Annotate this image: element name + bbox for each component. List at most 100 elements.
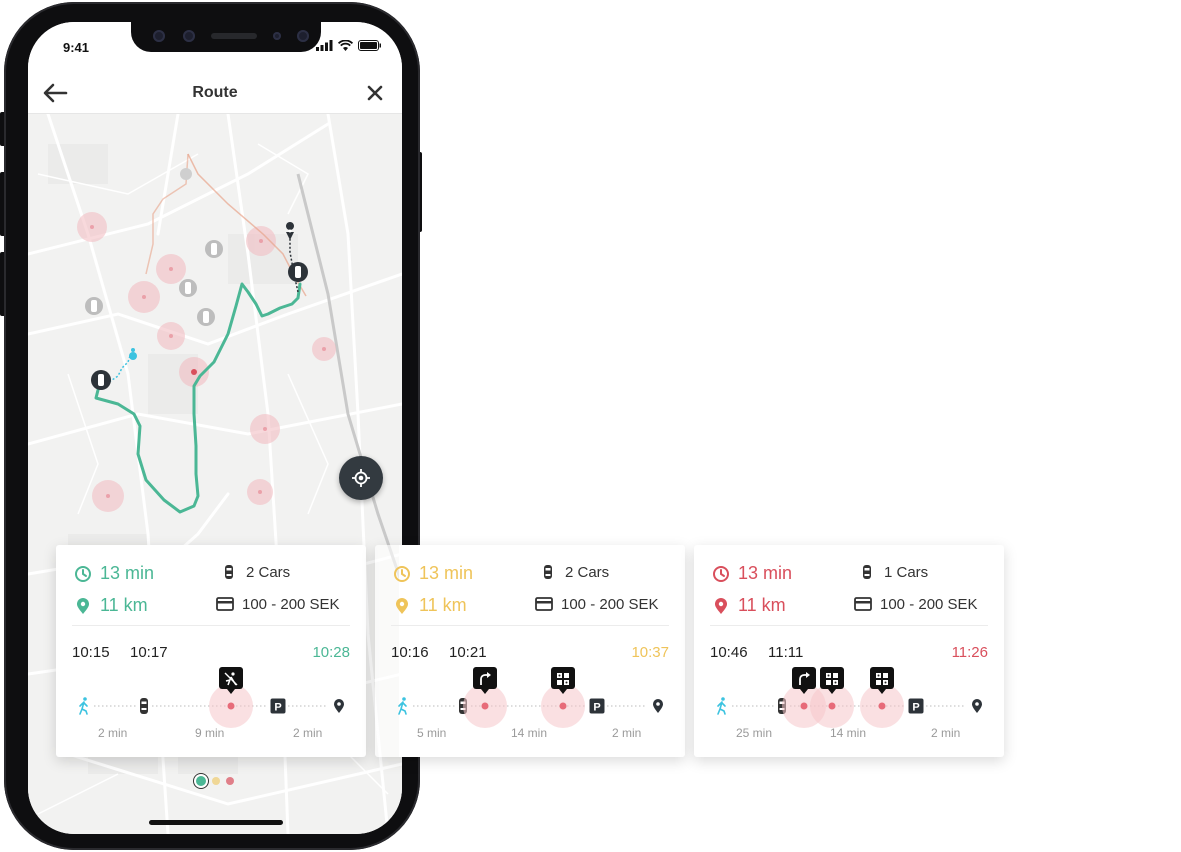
stats-row: 11 km 100 - 200 SEK xyxy=(74,595,352,621)
walk-duration: 5 min xyxy=(417,726,447,740)
distance-value: 11 km xyxy=(738,595,786,615)
distance-stat: 11 km xyxy=(74,595,148,616)
price-value: 100 - 200 SEK xyxy=(880,595,978,613)
signal-icon xyxy=(316,40,333,51)
destination-pin-icon xyxy=(972,699,982,713)
page-dot-active[interactable] xyxy=(196,776,206,786)
stage: 9:41 Route 13 min 2 Cars 11 km 100 - 200… xyxy=(0,0,1181,852)
walk-end-duration: 2 min xyxy=(612,726,642,740)
distance-value: 11 km xyxy=(100,595,148,615)
sensor-icon xyxy=(183,30,195,42)
distance-stat: 11 km xyxy=(393,595,467,616)
locate-me-button[interactable] xyxy=(339,456,383,500)
speaker-grille xyxy=(211,33,257,39)
drive-duration: 9 min xyxy=(195,726,225,740)
car-icon xyxy=(225,565,233,579)
distance-value: 11 km xyxy=(419,595,467,615)
svg-text:P: P xyxy=(274,702,281,714)
incident-dot[interactable] xyxy=(878,702,886,710)
car-icon xyxy=(140,698,148,714)
pickup-time: 10:17 xyxy=(130,644,168,661)
walk-duration: 25 min xyxy=(736,726,773,740)
route-option-card[interactable]: 13 min 2 Cars 11 km 100 - 200 SEK 10:16 … xyxy=(375,545,685,757)
crosshair-icon xyxy=(352,469,370,487)
route-option-card[interactable]: 13 min 2 Cars 11 km 100 - 200 SEK 10:15 … xyxy=(56,545,366,757)
svg-text:P: P xyxy=(912,702,919,714)
segment-durations: 5 min 14 min 2 min xyxy=(375,726,685,742)
walk-end-duration: 2 min xyxy=(931,726,961,740)
price-value: 100 - 200 SEK xyxy=(242,595,340,613)
divider xyxy=(710,625,988,626)
clock-icon xyxy=(75,565,91,582)
times-row: 10:16 10:21 10:37 xyxy=(391,644,669,664)
price-stat: 100 - 200 SEK xyxy=(535,595,659,613)
location-pin-icon xyxy=(396,597,408,614)
close-icon[interactable] xyxy=(366,84,384,102)
page-title: Route xyxy=(192,84,238,101)
location-pin-icon xyxy=(77,597,89,614)
wifi-icon xyxy=(338,40,353,51)
arrival-time: 10:37 xyxy=(631,644,669,661)
duration-stat: 13 min xyxy=(393,563,473,584)
parking-icon: P xyxy=(270,698,286,714)
incident-dot[interactable] xyxy=(828,702,836,710)
page-dot[interactable] xyxy=(226,777,234,785)
segment-durations: 25 min 14 min 2 min xyxy=(694,726,1004,742)
start-time: 10:46 xyxy=(710,644,748,661)
stats-row: 13 min 2 Cars xyxy=(74,563,352,589)
camera-icon xyxy=(153,30,165,42)
incident-dot[interactable] xyxy=(559,702,567,710)
incident-dot[interactable] xyxy=(800,702,808,710)
parking-icon: P xyxy=(908,698,924,714)
walk-icon xyxy=(717,697,726,715)
drive-duration: 14 min xyxy=(830,726,867,740)
status-icons xyxy=(316,40,382,51)
pickup-time: 11:11 xyxy=(768,644,804,661)
cars-stat: 1 Cars xyxy=(858,563,928,581)
parking-icon: P xyxy=(589,698,605,714)
walk-icon xyxy=(79,697,88,715)
distance-stat: 11 km xyxy=(712,595,786,616)
nav-bar: Route xyxy=(28,72,402,114)
times-row: 10:46 11:11 11:26 xyxy=(710,644,988,664)
duration-value: 13 min xyxy=(100,563,155,583)
stats-row: 11 km 100 - 200 SEK xyxy=(393,595,671,621)
route-option-card[interactable]: 13 min 1 Cars 11 km 100 - 200 SEK 10:46 … xyxy=(694,545,1004,757)
duration-value: 13 min xyxy=(738,563,793,583)
page-dot[interactable] xyxy=(212,777,220,785)
clock-icon xyxy=(713,565,729,582)
destination-pin-icon xyxy=(334,699,344,713)
divider xyxy=(391,625,669,626)
stats-row: 13 min 1 Cars xyxy=(712,563,990,589)
battery-icon xyxy=(358,40,381,51)
divider xyxy=(72,625,350,626)
clock-icon xyxy=(394,565,410,582)
home-indicator[interactable] xyxy=(149,820,283,825)
segment-durations: 2 min 9 min 2 min xyxy=(56,726,366,742)
credit-card-icon xyxy=(854,597,872,611)
walk-duration: 2 min xyxy=(98,726,128,740)
cars-value: 2 Cars xyxy=(246,563,291,581)
credit-card-icon xyxy=(535,597,553,611)
cars-value: 2 Cars xyxy=(565,563,610,581)
price-stat: 100 - 200 SEK xyxy=(216,595,340,613)
incident-dot[interactable] xyxy=(227,702,235,710)
status-time: 9:41 xyxy=(63,40,90,55)
cars-value: 1 Cars xyxy=(884,563,929,581)
proximity-sensor xyxy=(273,32,281,40)
start-time: 10:16 xyxy=(391,644,429,661)
car-icon xyxy=(544,565,552,579)
duration-value: 13 min xyxy=(419,563,474,583)
incident-dot[interactable] xyxy=(481,702,489,710)
notch xyxy=(131,22,321,52)
drive-duration: 14 min xyxy=(511,726,548,740)
duration-stat: 13 min xyxy=(74,563,154,584)
destination-pin-icon xyxy=(653,699,663,713)
start-time: 10:15 xyxy=(72,644,110,661)
stats-row: 13 min 2 Cars xyxy=(393,563,671,589)
car-icon xyxy=(863,565,871,579)
stats-row: 11 km 100 - 200 SEK xyxy=(712,595,990,621)
location-pin-icon xyxy=(715,597,727,614)
times-row: 10:15 10:17 10:28 xyxy=(72,644,350,664)
front-camera-icon xyxy=(297,30,309,42)
